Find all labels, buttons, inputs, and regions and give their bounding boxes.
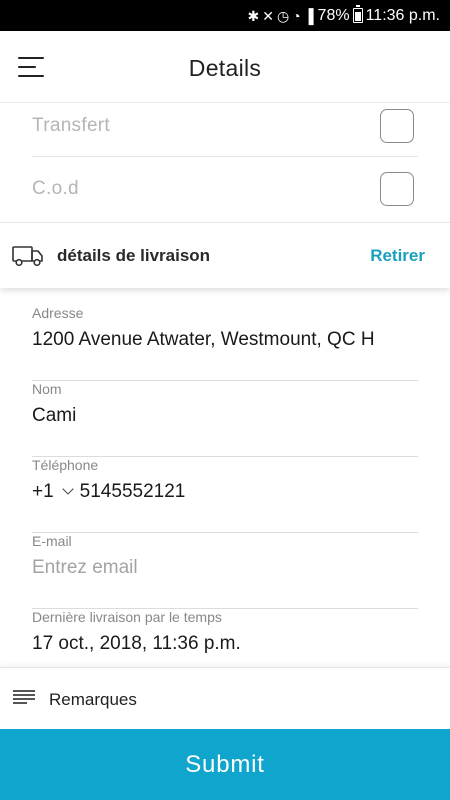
payment-option-label: C.o.d [32, 178, 79, 199]
phone-label: Téléphone [32, 457, 99, 473]
phone-row: +1 5145552121 [32, 481, 185, 503]
payment-option-transfert[interactable]: Transfert [32, 95, 418, 157]
status-time: 11:36 p.m. [365, 6, 440, 24]
remarks-label: Remarques [49, 690, 137, 709]
address-label: Adresse [32, 305, 84, 321]
email-field[interactable]: E-mail Entrez email [32, 533, 418, 609]
email-label: E-mail [32, 533, 72, 549]
name-input[interactable]: Cami [32, 405, 418, 427]
status-icons: ✱ ✕ ◷ ◔ ▐ [247, 9, 313, 23]
payment-option-cod[interactable]: C.o.d [32, 158, 418, 220]
last-delivery-label: Dernière livraison par le temps [32, 609, 222, 625]
signal-icon: ▐ [303, 7, 314, 24]
transfert-checkbox[interactable] [380, 108, 414, 143]
retirer-button[interactable]: Retirer [370, 246, 425, 266]
name-label: Nom [32, 381, 62, 397]
notes-icon [13, 690, 37, 704]
app-bar: Details [0, 31, 450, 103]
payment-option-label: Transfert [32, 114, 111, 136]
phone-input[interactable]: 5145552121 [80, 481, 186, 503]
mute-icon: ✕ [262, 7, 274, 24]
delivery-section-header: détails de livraison Retirer [0, 222, 450, 288]
remarks-row[interactable]: Remarques [0, 667, 450, 729]
name-field[interactable]: Nom Cami [32, 381, 418, 457]
phone-field[interactable]: Téléphone +1 5145552121 [32, 457, 418, 533]
address-field[interactable]: Adresse 1200 Avenue Atwater, Westmount, … [32, 305, 418, 381]
wifi-icon: ◔ [292, 7, 301, 24]
submit-button[interactable]: Submit [0, 729, 450, 800]
battery-icon [352, 5, 363, 23]
country-code-select[interactable]: +1 [32, 481, 54, 503]
last-delivery-value[interactable]: 17 oct., 2018, 11:36 p.m. [32, 633, 418, 655]
battery-percent: 78% [317, 6, 350, 24]
delivery-section-title: détails de livraison [57, 246, 211, 265]
email-input[interactable]: Entrez email [32, 557, 418, 579]
address-input[interactable]: 1200 Avenue Atwater, Westmount, QC H [32, 329, 418, 351]
alarm-icon: ◷ [276, 7, 290, 24]
page-title: Details [188, 55, 262, 81]
bluetooth-icon: ✱ [247, 7, 260, 24]
chevron-down-icon[interactable] [62, 483, 74, 495]
status-bar: ✱ ✕ ◷ ◔ ▐ 78% 11:36 p.m. [0, 0, 450, 31]
truck-icon [12, 246, 43, 267]
cod-checkbox[interactable] [380, 172, 414, 206]
